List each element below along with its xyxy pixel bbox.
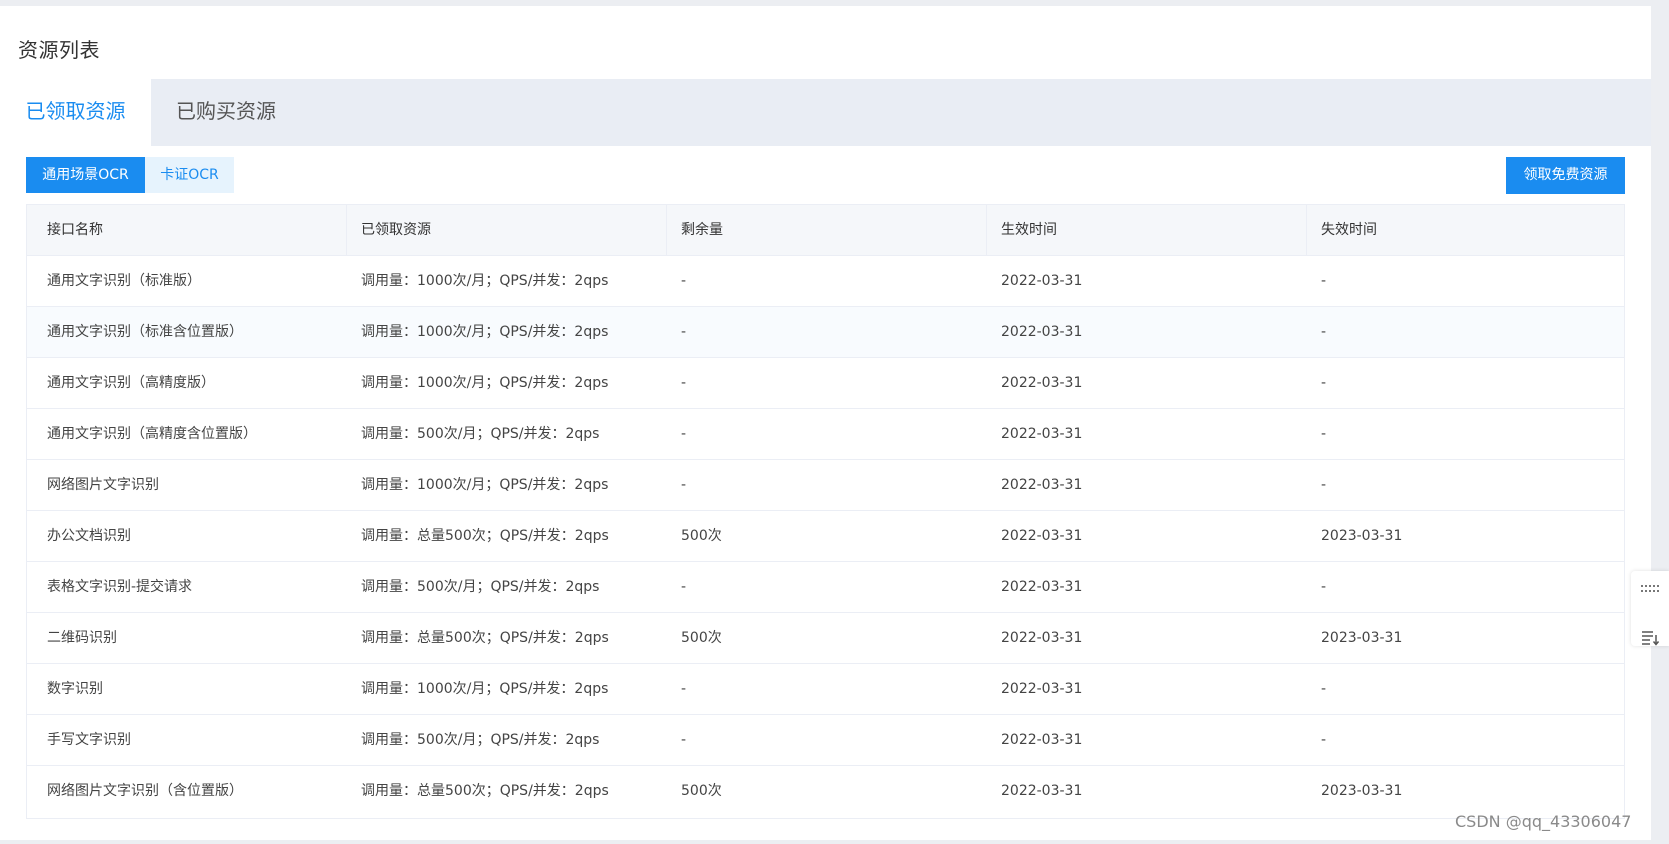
cell-start-time: 2022-03-31 bbox=[1001, 783, 1083, 799]
cell-end-time: 2023-03-31 bbox=[1321, 528, 1403, 544]
cell-api-name: 手写文字识别 bbox=[47, 732, 131, 748]
cell-claimed-resource: 调用量：1000次/月；QPS/并发：2qps bbox=[361, 477, 609, 493]
cell-start-time: 2022-03-31 bbox=[1001, 375, 1083, 391]
tab-purchased-resources[interactable]: 已购买资源 bbox=[151, 79, 301, 146]
cell-claimed-resource: 调用量：1000次/月；QPS/并发：2qps bbox=[361, 375, 609, 391]
subtab-general-ocr[interactable]: 通用场景OCR bbox=[26, 157, 145, 193]
subtab-card-ocr[interactable]: 卡证OCR bbox=[145, 157, 234, 193]
table-row: 网络图片文字识别（含位置版） 调用量：总量500次；QPS/并发：2qps 50… bbox=[27, 765, 1624, 816]
cell-end-time: - bbox=[1321, 273, 1327, 289]
cell-remaining: - bbox=[681, 732, 687, 748]
resource-panel: 资源列表 已领取资源 已购买资源 通用场景OCR 卡证OCR 领取免费资源 接口… bbox=[0, 6, 1651, 840]
cell-api-name: 网络图片文字识别 bbox=[47, 477, 159, 493]
cell-remaining: - bbox=[681, 579, 687, 595]
cell-start-time: 2022-03-31 bbox=[1001, 426, 1083, 442]
cell-remaining: 500次 bbox=[681, 528, 722, 544]
table-row: 办公文档识别 调用量：总量500次；QPS/并发：2qps 500次 2022-… bbox=[27, 510, 1624, 561]
cell-claimed-resource: 调用量：总量500次；QPS/并发：2qps bbox=[361, 783, 609, 799]
cell-api-name: 通用文字识别（高精度版） bbox=[47, 375, 215, 391]
cell-remaining: - bbox=[681, 681, 687, 697]
table-row: 通用文字识别（高精度版） 调用量：1000次/月；QPS/并发：2qps - 2… bbox=[27, 357, 1624, 408]
cell-start-time: 2022-03-31 bbox=[1001, 732, 1083, 748]
cell-end-time: - bbox=[1321, 375, 1327, 391]
watermark-text: CSDN @qq_43306047 bbox=[1455, 812, 1632, 831]
sort-list-icon[interactable] bbox=[1631, 630, 1669, 667]
table-row: 通用文字识别（标准含位置版） 调用量：1000次/月；QPS/并发：2qps -… bbox=[27, 306, 1624, 357]
cell-remaining: - bbox=[681, 324, 687, 340]
table-row: 手写文字识别 调用量：500次/月；QPS/并发：2qps - 2022-03-… bbox=[27, 714, 1624, 765]
cell-api-name: 通用文字识别（标准版） bbox=[47, 273, 201, 289]
table-row: 网络图片文字识别 调用量：1000次/月；QPS/并发：2qps - 2022-… bbox=[27, 459, 1624, 510]
table-row: 通用文字识别（标准版） 调用量：1000次/月；QPS/并发：2qps - 20… bbox=[27, 255, 1624, 306]
cell-api-name: 通用文字识别（高精度含位置版） bbox=[47, 426, 257, 442]
resource-table: 接口名称 已领取资源 剩余量 生效时间 失效时间 通用文字识别（标准版） 调用量… bbox=[26, 204, 1625, 819]
cell-start-time: 2022-03-31 bbox=[1001, 324, 1083, 340]
tab-claimed-resources[interactable]: 已领取资源 bbox=[0, 79, 151, 146]
cell-api-name: 网络图片文字识别（含位置版） bbox=[47, 783, 243, 799]
cell-claimed-resource: 调用量：1000次/月；QPS/并发：2qps bbox=[361, 681, 609, 697]
cell-end-time: - bbox=[1321, 732, 1327, 748]
cell-api-name: 表格文字识别-提交请求 bbox=[47, 579, 193, 595]
cell-remaining: 500次 bbox=[681, 783, 722, 799]
cell-claimed-resource: 调用量：500次/月；QPS/并发：2qps bbox=[361, 732, 600, 748]
column-header-claimed-resource: 已领取资源 bbox=[347, 205, 667, 255]
cell-start-time: 2022-03-31 bbox=[1001, 477, 1083, 493]
cell-claimed-resource: 调用量：1000次/月；QPS/并发：2qps bbox=[361, 324, 609, 340]
cell-start-time: 2022-03-31 bbox=[1001, 630, 1083, 646]
cell-claimed-resource: 调用量：500次/月；QPS/并发：2qps bbox=[361, 579, 600, 595]
cell-end-time: - bbox=[1321, 324, 1327, 340]
cell-start-time: 2022-03-31 bbox=[1001, 273, 1083, 289]
cell-end-time: - bbox=[1321, 681, 1327, 697]
cell-end-time: - bbox=[1321, 579, 1327, 595]
tab-bar: 已领取资源 已购买资源 bbox=[0, 79, 1651, 146]
table-row: 表格文字识别-提交请求 调用量：500次/月；QPS/并发：2qps - 202… bbox=[27, 561, 1624, 612]
column-header-api-name: 接口名称 bbox=[27, 205, 347, 255]
cell-start-time: 2022-03-31 bbox=[1001, 681, 1083, 697]
column-header-start-time: 生效时间 bbox=[987, 205, 1307, 255]
claim-free-resources-button[interactable]: 领取免费资源 bbox=[1506, 157, 1625, 194]
table-body: 通用文字识别（标准版） 调用量：1000次/月；QPS/并发：2qps - 20… bbox=[27, 255, 1624, 816]
cell-api-name: 办公文档识别 bbox=[47, 528, 131, 544]
table-row: 二维码识别 调用量：总量500次；QPS/并发：2qps 500次 2022-0… bbox=[27, 612, 1624, 663]
side-toolbar bbox=[1631, 571, 1669, 646]
cell-remaining: - bbox=[681, 375, 687, 391]
cell-start-time: 2022-03-31 bbox=[1001, 579, 1083, 595]
cell-end-time: 2023-03-31 bbox=[1321, 630, 1403, 646]
cell-remaining: - bbox=[681, 426, 687, 442]
cell-end-time: 2023-03-31 bbox=[1321, 783, 1403, 799]
cell-claimed-resource: 调用量：500次/月；QPS/并发：2qps bbox=[361, 426, 600, 442]
cell-claimed-resource: 调用量：总量500次；QPS/并发：2qps bbox=[361, 630, 609, 646]
cell-end-time: - bbox=[1321, 426, 1327, 442]
page-title: 资源列表 bbox=[18, 38, 100, 62]
cell-claimed-resource: 调用量：总量500次；QPS/并发：2qps bbox=[361, 528, 609, 544]
table-row: 通用文字识别（高精度含位置版） 调用量：500次/月；QPS/并发：2qps -… bbox=[27, 408, 1624, 459]
cell-end-time: - bbox=[1321, 477, 1327, 493]
cell-api-name: 通用文字识别（标准含位置版） bbox=[47, 324, 243, 340]
table-header: 接口名称 已领取资源 剩余量 生效时间 失效时间 bbox=[27, 205, 1624, 255]
cell-remaining: 500次 bbox=[681, 630, 722, 646]
column-header-remaining: 剩余量 bbox=[667, 205, 987, 255]
cell-claimed-resource: 调用量：1000次/月；QPS/并发：2qps bbox=[361, 273, 609, 289]
cell-remaining: - bbox=[681, 273, 687, 289]
column-header-end-time: 失效时间 bbox=[1321, 222, 1377, 238]
cell-api-name: 二维码识别 bbox=[47, 630, 117, 646]
cell-api-name: 数字识别 bbox=[47, 681, 103, 697]
cell-remaining: - bbox=[681, 477, 687, 493]
cell-start-time: 2022-03-31 bbox=[1001, 528, 1083, 544]
drag-handle-icon[interactable] bbox=[1631, 582, 1669, 619]
table-row: 数字识别 调用量：1000次/月；QPS/并发：2qps - 2022-03-3… bbox=[27, 663, 1624, 714]
